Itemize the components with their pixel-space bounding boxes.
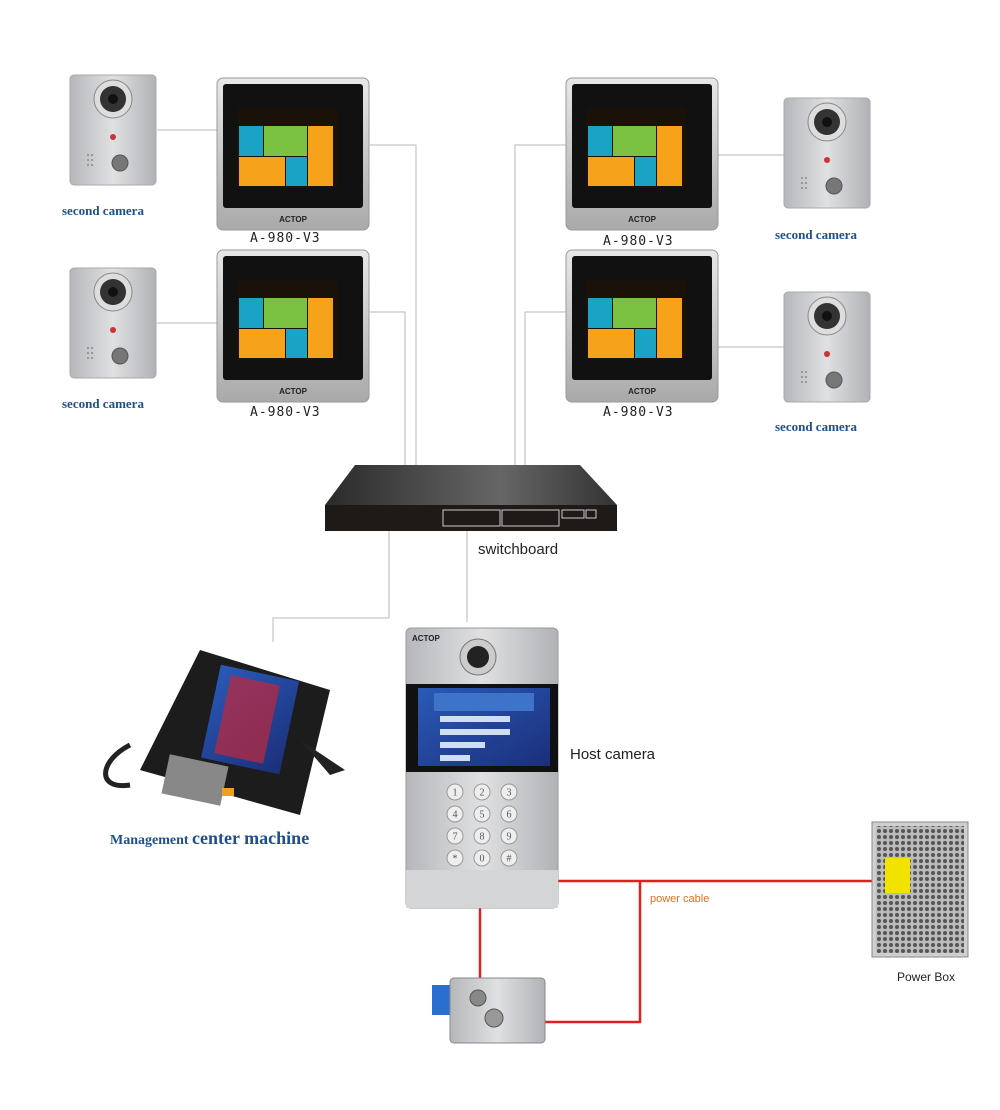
power-box xyxy=(871,821,969,958)
power-box-label: Power Box xyxy=(897,970,956,984)
management-label-prefix: Management xyxy=(110,833,189,848)
host-camera: ACTOP 1 2 3 4 5 6 7 8 9 * 0 # xyxy=(405,627,559,909)
monitor-model-label-4: A-980-V3 xyxy=(603,405,674,420)
second-camera-1 xyxy=(69,74,157,186)
management-label: Management center machine xyxy=(110,828,309,849)
monitor-4 xyxy=(565,249,719,403)
second-camera-3 xyxy=(783,97,871,209)
monitor-model-label-2: A-980-V3 xyxy=(250,405,321,420)
management-label-suffix: center machine xyxy=(192,828,310,848)
link-monitor-4 xyxy=(524,311,568,465)
power-cable-lock xyxy=(545,881,642,1024)
keypad-key-label: 8 xyxy=(480,832,485,843)
electric-lock xyxy=(432,977,546,1044)
monitor-model-label-3: A-980-V3 xyxy=(603,234,674,249)
second-camera-4 xyxy=(783,291,871,403)
second-camera-label-2: second camera xyxy=(62,396,144,411)
host-camera-label: Host camera xyxy=(570,746,656,763)
link-monitor-1 xyxy=(370,144,417,465)
keypad-key-label: 3 xyxy=(507,788,512,799)
link-monitor-3 xyxy=(514,144,568,465)
second-camera-2 xyxy=(69,267,157,379)
monitor-3 xyxy=(565,77,719,231)
monitor-model-label-1: A-980-V3 xyxy=(250,231,321,246)
keypad-key-label: 4 xyxy=(453,810,458,821)
power-cable-label: power cable xyxy=(650,893,710,905)
second-camera-label-1: second camera xyxy=(62,203,144,218)
keypad-key-label: 1 xyxy=(453,788,458,799)
keypad-key-label: 2 xyxy=(480,788,485,799)
keypad-key-label: # xyxy=(507,854,512,865)
management-center-machine xyxy=(103,650,345,815)
monitor-1 xyxy=(216,77,370,231)
link-management xyxy=(272,531,390,642)
svg-text:ACTOP: ACTOP xyxy=(412,634,441,643)
link-monitor-2 xyxy=(370,311,406,465)
monitor-2 xyxy=(216,249,370,403)
switchboard xyxy=(325,465,617,531)
keypad-key-label: 0 xyxy=(480,854,485,865)
switchboard-label: switchboard xyxy=(478,541,559,558)
second-camera-label-4: second camera xyxy=(775,419,857,434)
keypad-key-label: 5 xyxy=(480,810,485,821)
keypad-key-label: 6 xyxy=(507,810,512,821)
second-camera-label-3: second camera xyxy=(775,227,857,242)
network-diagram: ACTOP 1 2 3 4 5 6 7 8 9 * 0 # second cam… xyxy=(0,0,1000,1110)
keypad-key-label: 9 xyxy=(507,832,512,843)
keypad-key-label: * xyxy=(453,854,458,865)
keypad-key-label: 7 xyxy=(453,832,458,843)
